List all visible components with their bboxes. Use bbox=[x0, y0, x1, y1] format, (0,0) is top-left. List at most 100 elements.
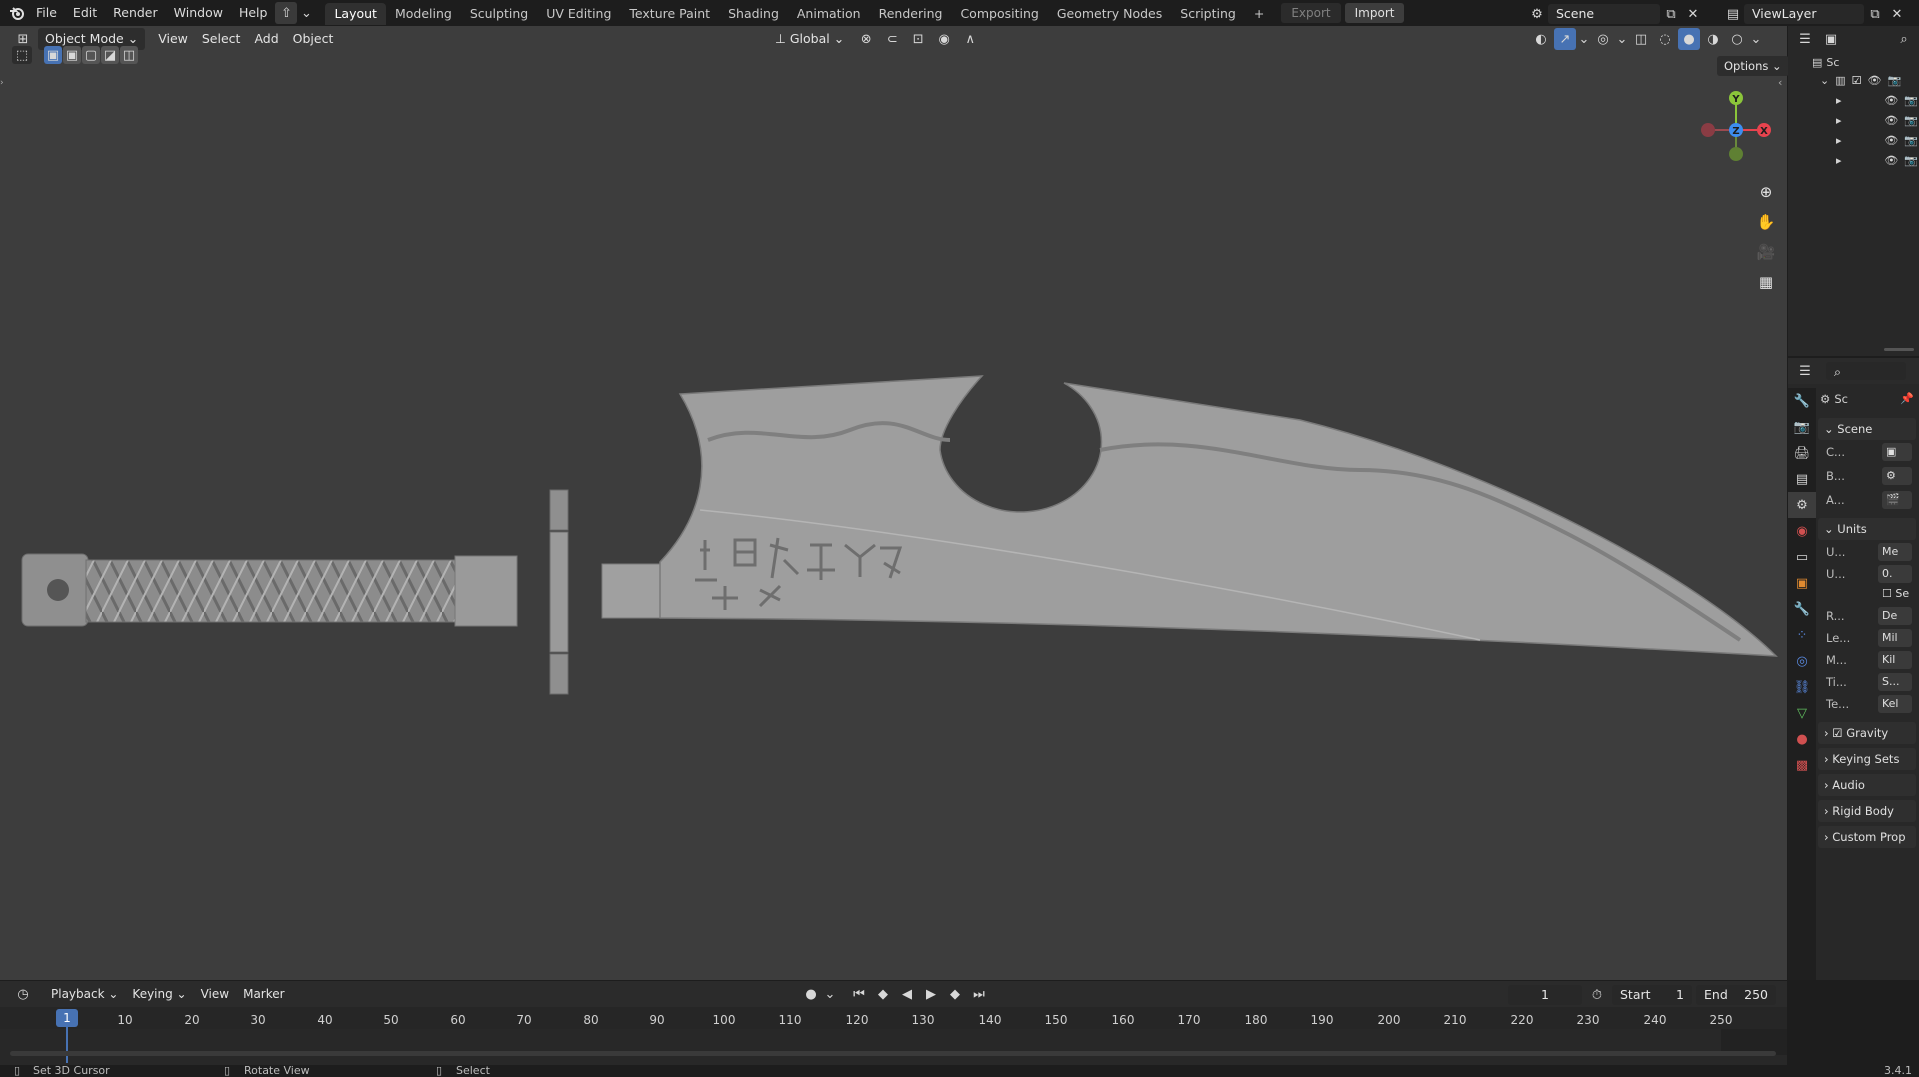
playhead-marker[interactable]: 1 bbox=[56, 1009, 78, 1027]
menu-window[interactable]: Window bbox=[166, 0, 231, 26]
properties-search-field[interactable]: ⌕ bbox=[1826, 362, 1906, 380]
eye-icon[interactable]: 👁 bbox=[1884, 134, 1898, 147]
view-layer-icon[interactable]: ▤ bbox=[1722, 3, 1744, 25]
tab-uv-editing[interactable]: UV Editing bbox=[537, 3, 620, 25]
scene-panel-header[interactable]: ⌄ Scene bbox=[1818, 418, 1916, 440]
texture-tab-icon[interactable]: ▩ bbox=[1788, 752, 1816, 778]
time-value[interactable]: S... bbox=[1878, 673, 1912, 691]
end-frame-field[interactable]: End 250 bbox=[1696, 985, 1776, 1005]
menu-playback[interactable]: Playback ⌄ bbox=[44, 983, 125, 1005]
outliner-row[interactable]: ▸ 👁 📷 bbox=[1836, 152, 1918, 168]
current-frame-field[interactable]: 1 bbox=[1508, 985, 1582, 1005]
outliner-scrollbar[interactable] bbox=[1884, 348, 1914, 351]
play-reverse-icon[interactable]: ◀ bbox=[896, 983, 918, 1005]
eye-icon[interactable]: 👁 bbox=[1884, 114, 1898, 127]
view-layer-field[interactable]: ViewLayer bbox=[1744, 4, 1864, 24]
tab-compositing[interactable]: Compositing bbox=[951, 3, 1047, 25]
mass-value[interactable]: Kil bbox=[1878, 651, 1912, 669]
keying-sets-panel-header[interactable]: › Keying Sets bbox=[1818, 748, 1916, 770]
rigid-body-panel-header[interactable]: › Rigid Body bbox=[1818, 800, 1916, 822]
view-layer-tab-icon[interactable]: ▤ bbox=[1788, 466, 1816, 492]
add-workspace-button[interactable]: + bbox=[1245, 3, 1273, 25]
close-icon[interactable]: ✕ bbox=[1886, 3, 1908, 25]
tab-scripting[interactable]: Scripting bbox=[1171, 3, 1245, 25]
camera-icon[interactable]: 📷 bbox=[1904, 94, 1918, 107]
start-frame-field[interactable]: Start 1 bbox=[1612, 985, 1692, 1005]
tab-animation[interactable]: Animation bbox=[788, 3, 870, 25]
units-panel-header[interactable]: ⌄ Units bbox=[1818, 518, 1916, 540]
audio-panel-header[interactable]: › Audio bbox=[1818, 774, 1916, 796]
object-tab-icon[interactable]: ▣ bbox=[1788, 570, 1816, 596]
checkbox-icon[interactable]: ☑ bbox=[1832, 726, 1842, 740]
modifier-tab-icon[interactable]: 🔧 bbox=[1788, 596, 1816, 622]
eye-icon[interactable]: 👁 bbox=[1868, 74, 1882, 87]
eye-icon[interactable]: 👁 bbox=[1884, 154, 1898, 167]
stopwatch-icon[interactable]: ⏱ bbox=[1586, 984, 1608, 1006]
menu-file[interactable]: File bbox=[28, 0, 65, 26]
tab-texture-paint[interactable]: Texture Paint bbox=[620, 3, 719, 25]
tab-geometry-nodes[interactable]: Geometry Nodes bbox=[1048, 3, 1171, 25]
tab-rendering[interactable]: Rendering bbox=[870, 3, 952, 25]
physics-tab-icon[interactable]: ◎ bbox=[1788, 648, 1816, 674]
constraints-tab-icon[interactable]: ⛓ bbox=[1788, 674, 1816, 700]
menu-edit[interactable]: Edit bbox=[65, 0, 105, 26]
outliner-row[interactable]: ▸ 👁 📷 bbox=[1836, 92, 1918, 108]
record-icon[interactable]: ● bbox=[800, 983, 822, 1005]
outliner-row[interactable]: ▸ 👁 📷 bbox=[1836, 132, 1918, 148]
rotation-row[interactable]: R... De bbox=[1822, 606, 1916, 626]
menu-view[interactable]: View bbox=[194, 983, 236, 1005]
chevron-down-icon[interactable]: ⌄ bbox=[824, 983, 836, 1005]
collection-tab-icon[interactable]: ▭ bbox=[1788, 544, 1816, 570]
particles-tab-icon[interactable]: ⁘ bbox=[1788, 622, 1816, 648]
next-keyframe-icon[interactable]: ◆ bbox=[944, 983, 966, 1005]
properties-editor-icon[interactable]: ☰ bbox=[1794, 360, 1816, 382]
length-value[interactable]: Mil bbox=[1878, 629, 1912, 647]
camera-icon[interactable]: 📷 bbox=[1904, 134, 1918, 147]
data-tab-icon[interactable]: ▽ bbox=[1788, 700, 1816, 726]
search-icon[interactable]: ⌕ bbox=[1893, 28, 1915, 50]
separate-units-row[interactable]: ☐ Se bbox=[1822, 584, 1916, 604]
play-icon[interactable]: ▶ bbox=[920, 983, 942, 1005]
checkbox-icon[interactable]: ☑ bbox=[1852, 74, 1862, 87]
new-view-layer-icon[interactable]: ⧉ bbox=[1864, 3, 1886, 25]
tab-layout[interactable]: Layout bbox=[325, 3, 386, 25]
close-icon[interactable]: ✕ bbox=[1682, 3, 1704, 25]
camera-picker-icon[interactable]: ▣ bbox=[1882, 443, 1912, 461]
scene-icon[interactable]: ⚙ bbox=[1526, 3, 1548, 25]
scene-tab-icon[interactable]: ⚙ bbox=[1788, 492, 1816, 518]
timeline-scrollbar[interactable] bbox=[10, 1051, 1776, 1056]
camera-icon[interactable]: 📷 bbox=[1887, 74, 1901, 87]
background-scene-row[interactable]: B... ⚙ bbox=[1822, 466, 1916, 486]
outliner-row[interactable]: ⌄ ▥ ☑ 👁 📷 bbox=[1820, 72, 1918, 88]
temperature-row[interactable]: Te... Kel bbox=[1822, 694, 1916, 714]
unit-system-row[interactable]: U... Me bbox=[1822, 542, 1916, 562]
mass-row[interactable]: M... Kil bbox=[1822, 650, 1916, 670]
import-button[interactable]: Import bbox=[1344, 3, 1405, 23]
unit-scale-value[interactable]: 0. bbox=[1878, 565, 1912, 583]
output-tab-icon[interactable]: 🖨 bbox=[1788, 440, 1816, 466]
export-button[interactable]: Export bbox=[1281, 3, 1341, 23]
world-tab-icon[interactable]: ◉ bbox=[1788, 518, 1816, 544]
scene-picker-icon[interactable]: ⚙ bbox=[1882, 467, 1912, 485]
camera-row[interactable]: C... ▣ bbox=[1822, 442, 1916, 462]
unit-scale-row[interactable]: U... 0. bbox=[1822, 564, 1916, 584]
blender-logo-icon[interactable] bbox=[6, 2, 28, 24]
temperature-value[interactable]: Kel bbox=[1878, 695, 1912, 713]
scene-name-field[interactable]: Scene bbox=[1548, 4, 1660, 24]
tool-tab-icon[interactable]: 🔧 bbox=[1788, 388, 1816, 414]
jump-start-icon[interactable]: ⏮ bbox=[848, 983, 870, 1005]
eye-icon[interactable]: 👁 bbox=[1884, 94, 1898, 107]
outliner-display-mode-icon[interactable]: ▣ bbox=[1820, 28, 1842, 50]
menu-marker[interactable]: Marker bbox=[236, 983, 291, 1005]
outliner-root-row[interactable]: ▤ Sc bbox=[1812, 56, 1839, 69]
tab-sculpting[interactable]: Sculpting bbox=[461, 3, 537, 25]
menu-keying[interactable]: Keying ⌄ bbox=[125, 983, 193, 1005]
tab-shading[interactable]: Shading bbox=[719, 3, 788, 25]
outliner-editor-icon[interactable]: ☰ bbox=[1794, 28, 1816, 50]
timeline-editor-icon[interactable]: ◷ bbox=[12, 983, 34, 1005]
length-row[interactable]: Le... Mil bbox=[1822, 628, 1916, 648]
3d-viewport[interactable]: ⊞ Object Mode ⌄ View Select Add Object ⊥… bbox=[0, 26, 1789, 980]
outliner-row[interactable]: ▸ 👁 📷 bbox=[1836, 112, 1918, 128]
tab-modeling[interactable]: Modeling bbox=[386, 3, 461, 25]
upload-icon[interactable]: ⇧ bbox=[275, 2, 298, 24]
